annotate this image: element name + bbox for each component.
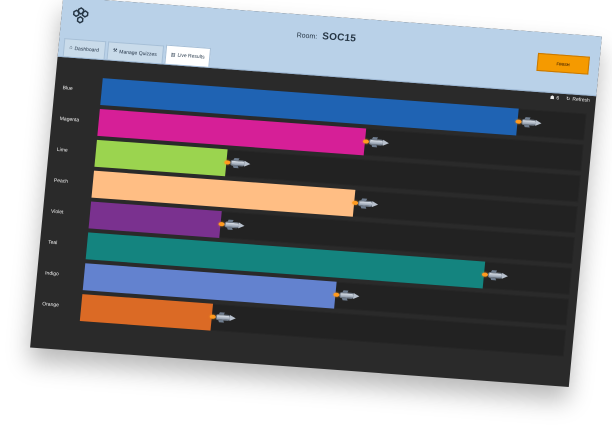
progress-bar-lime [94,139,228,177]
main-tabs: ⌂ Dashboard ⚒ Manage Quizzes ▥ Live Resu… [62,37,212,67]
quiz-results-window: ⌂ Dashboard ⚒ Manage Quizzes ▥ Live Resu… [30,0,602,387]
lane-label-magenta: Magenta [59,116,80,124]
rocket-icon [333,290,361,302]
tab-live-results-label: Live Results [177,52,205,61]
progress-bar-orange [79,294,214,331]
rocket-icon [218,219,246,231]
screenshot-stage: ⌂ Dashboard ⚒ Manage Quizzes ▥ Live Resu… [0,0,612,429]
rocket-icon [362,137,390,149]
room-code: SOC15 [321,31,357,45]
tab-manage-quizzes-label: Manage Quizzes [119,48,158,58]
refresh-icon: ↻ [565,96,571,103]
lane-label-violet: Violet [50,208,64,216]
refresh-label: Refresh [572,96,591,104]
lane-label-indigo: Indigo [44,270,60,278]
finish-button[interactable]: FINISH [536,52,590,75]
tab-dashboard-label: Dashboard [74,45,100,54]
rocket-icon [515,117,543,129]
room-label: Room: [296,32,318,41]
tab-manage-quizzes[interactable]: ⚒ Manage Quizzes [106,41,164,64]
participant-count-value: 6 [556,95,560,102]
room-indicator: Room: SOC15 [296,29,356,44]
home-icon: ⌂ [69,44,73,51]
wrench-icon: ⚒ [112,47,118,55]
rocket-icon [351,198,380,210]
tab-live-results[interactable]: ▥ Live Results [163,44,212,67]
lane-label-blue: Blue [62,85,73,92]
refresh-button[interactable]: ↻ Refresh [566,96,590,104]
lane-label-lime: Lime [56,146,68,154]
race-results-area: Blue Magenta Lime Peach Violet Teal Indigo Oran… [30,67,595,387]
progress-bar-violet [88,201,222,239]
stats-icon: ▥ [170,51,176,58]
people-icon: ☗ [549,94,555,102]
lane-label-peach: Peach [53,177,69,185]
lane-label-teal: Teal [47,239,58,247]
rocket-icon [224,157,252,170]
app-logo-icon [72,7,89,24]
rocket-icon [481,270,510,282]
participant-count: ☗ 6 [550,95,560,102]
tab-dashboard[interactable]: ⌂ Dashboard [62,38,106,60]
rocket-icon [209,312,237,324]
lane-label-orange: Orange [41,301,60,309]
